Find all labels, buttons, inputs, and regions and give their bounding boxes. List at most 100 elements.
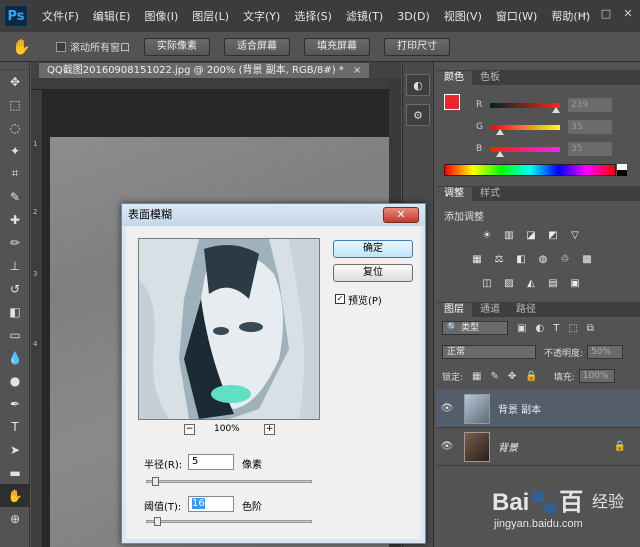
toolbox-grip[interactable]	[0, 62, 29, 70]
document-tab[interactable]: QQ截图20160908151022.jpg @ 200% (背景 副本, RG…	[39, 63, 370, 78]
path-selection-tool-icon[interactable]: ➤	[0, 438, 30, 461]
actual-pixels-button[interactable]: 实际像素	[144, 37, 210, 56]
red-value-input[interactable]: 239	[568, 98, 612, 112]
menu-filter[interactable]: 滤镜(T)	[346, 8, 383, 24]
pen-tool-icon[interactable]: ✒	[0, 392, 30, 415]
minimize-button[interactable]: —	[576, 6, 592, 22]
close-document-icon[interactable]: ×	[353, 65, 361, 76]
healing-brush-tool-icon[interactable]: ✚	[0, 208, 30, 231]
blend-mode-select[interactable]: 正常	[442, 345, 536, 359]
properties-panel-icon[interactable]: ⚙	[406, 104, 430, 126]
black-white-ramp[interactable]	[617, 164, 627, 176]
menu-image[interactable]: 图像(I)	[144, 8, 178, 24]
close-dialog-button[interactable]: ✕	[383, 207, 419, 223]
lock-position-icon[interactable]: ✥	[508, 371, 516, 382]
reset-button[interactable]: 复位	[333, 264, 413, 282]
brush-tool-icon[interactable]: ✏	[0, 231, 30, 254]
history-brush-tool-icon[interactable]: ↺	[0, 277, 30, 300]
zoom-tool-icon[interactable]: ⊕	[0, 507, 30, 530]
gradient-map-icon[interactable]: ▤	[546, 278, 560, 290]
threshold-input[interactable]: 16	[188, 496, 234, 512]
smart-object-filter-icon[interactable]: ⧉	[587, 323, 594, 334]
history-panel-icon[interactable]: ◐	[406, 74, 430, 96]
menu-3d[interactable]: 3D(D)	[397, 10, 430, 23]
blue-value-input[interactable]: 35	[568, 142, 612, 156]
layer-row[interactable]: 👁 背景 🔒	[436, 428, 640, 466]
tab-channels[interactable]: 通道	[472, 303, 508, 317]
dialog-title-bar[interactable]: 表面模糊	[122, 204, 425, 226]
menu-edit[interactable]: 编辑(E)	[93, 8, 131, 24]
invert-icon[interactable]: ◫	[480, 278, 494, 290]
move-tool-icon[interactable]: ✥	[0, 70, 30, 93]
hand-tool-icon[interactable]: ✋	[0, 484, 30, 507]
levels-icon[interactable]: ▥	[502, 230, 516, 242]
channel-mixer-icon[interactable]: ♲	[558, 254, 572, 266]
preview-checkbox[interactable]: ✓	[335, 294, 345, 304]
eraser-tool-icon[interactable]: ◧	[0, 300, 30, 323]
curves-icon[interactable]: ◪	[524, 230, 538, 242]
rectangle-tool-icon[interactable]: ▬	[0, 461, 30, 484]
opacity-input[interactable]: 50%	[587, 345, 624, 359]
zoom-out-button[interactable]: −	[184, 424, 195, 435]
green-value-input[interactable]: 35	[568, 120, 612, 134]
visibility-eye-icon[interactable]: 👁	[436, 441, 458, 452]
menu-layer[interactable]: 图层(L)	[192, 8, 229, 24]
black-white-icon[interactable]: ◧	[514, 254, 528, 266]
green-slider-thumb[interactable]	[495, 128, 504, 135]
lock-image-pixels-icon[interactable]: ✎	[491, 371, 499, 382]
lasso-tool-icon[interactable]: ◌	[0, 116, 30, 139]
threshold-icon[interactable]: ◭	[524, 278, 538, 290]
shape-filter-icon[interactable]: ⬚	[568, 323, 577, 334]
tab-swatches[interactable]: 色板	[472, 71, 508, 85]
menu-view[interactable]: 视图(V)	[444, 8, 482, 24]
color-balance-icon[interactable]: ⚖	[492, 254, 506, 266]
red-slider-thumb[interactable]	[551, 106, 560, 113]
clone-stamp-tool-icon[interactable]: ⊥	[0, 254, 30, 277]
maximize-button[interactable]: □	[598, 6, 614, 22]
threshold-slider[interactable]	[146, 517, 312, 526]
gradient-tool-icon[interactable]: ▭	[0, 323, 30, 346]
menu-window[interactable]: 窗口(W)	[496, 8, 537, 24]
threshold-slider-thumb[interactable]	[153, 517, 161, 526]
posterize-icon[interactable]: ▨	[502, 278, 516, 290]
fill-input[interactable]: 100%	[578, 369, 615, 383]
tab-color[interactable]: 颜色	[436, 71, 472, 85]
fit-screen-button[interactable]: 适合屏幕	[224, 37, 290, 56]
layer-row[interactable]: 👁 背景 副本	[436, 390, 640, 428]
scroll-all-windows-checkbox[interactable]	[56, 41, 66, 52]
ok-button[interactable]: 确定	[333, 240, 413, 258]
type-tool-icon[interactable]: T	[0, 415, 30, 438]
photo-filter-icon[interactable]: ◍	[536, 254, 550, 266]
close-window-button[interactable]: ✕	[620, 6, 636, 22]
tab-adjustments[interactable]: 调整	[436, 187, 472, 201]
selective-color-icon[interactable]: ▣	[568, 278, 582, 290]
tab-layers[interactable]: 图层	[436, 303, 472, 317]
radius-slider[interactable]	[146, 477, 312, 486]
adjustment-filter-icon[interactable]: ◐	[535, 323, 544, 334]
color-lookup-icon[interactable]: ▩	[580, 254, 594, 266]
type-filter-icon[interactable]: T	[553, 323, 559, 334]
blue-slider-track[interactable]	[490, 146, 560, 157]
marquee-tool-icon[interactable]: ⬚	[0, 93, 30, 116]
eyedropper-tool-icon[interactable]: ✎	[0, 185, 30, 208]
menu-select[interactable]: 选择(S)	[294, 8, 332, 24]
blur-tool-icon[interactable]: 💧	[0, 346, 30, 369]
magic-wand-tool-icon[interactable]: ✦	[0, 139, 30, 162]
radius-input[interactable]: 5	[188, 454, 234, 470]
hue-saturation-icon[interactable]: ▦	[470, 254, 484, 266]
menu-type[interactable]: 文字(Y)	[243, 8, 280, 24]
green-slider-track[interactable]	[490, 124, 560, 135]
red-slider-track[interactable]	[490, 102, 560, 113]
brightness-contrast-icon[interactable]: ☀	[480, 230, 494, 242]
tab-styles[interactable]: 样式	[472, 187, 508, 201]
dodge-tool-icon[interactable]: ●	[0, 369, 30, 392]
hand-tool-icon[interactable]: ✋	[12, 38, 36, 56]
crop-tool-icon[interactable]: ⌗	[0, 162, 30, 185]
tab-paths[interactable]: 路径	[508, 303, 544, 317]
print-size-button[interactable]: 打印尺寸	[384, 37, 450, 56]
fill-screen-button[interactable]: 填充屏幕	[304, 37, 370, 56]
lock-all-icon[interactable]: 🔒	[525, 371, 537, 382]
pixel-filter-icon[interactable]: ▣	[517, 323, 526, 334]
blue-slider-thumb[interactable]	[495, 150, 504, 157]
zoom-in-button[interactable]: +	[264, 424, 275, 435]
